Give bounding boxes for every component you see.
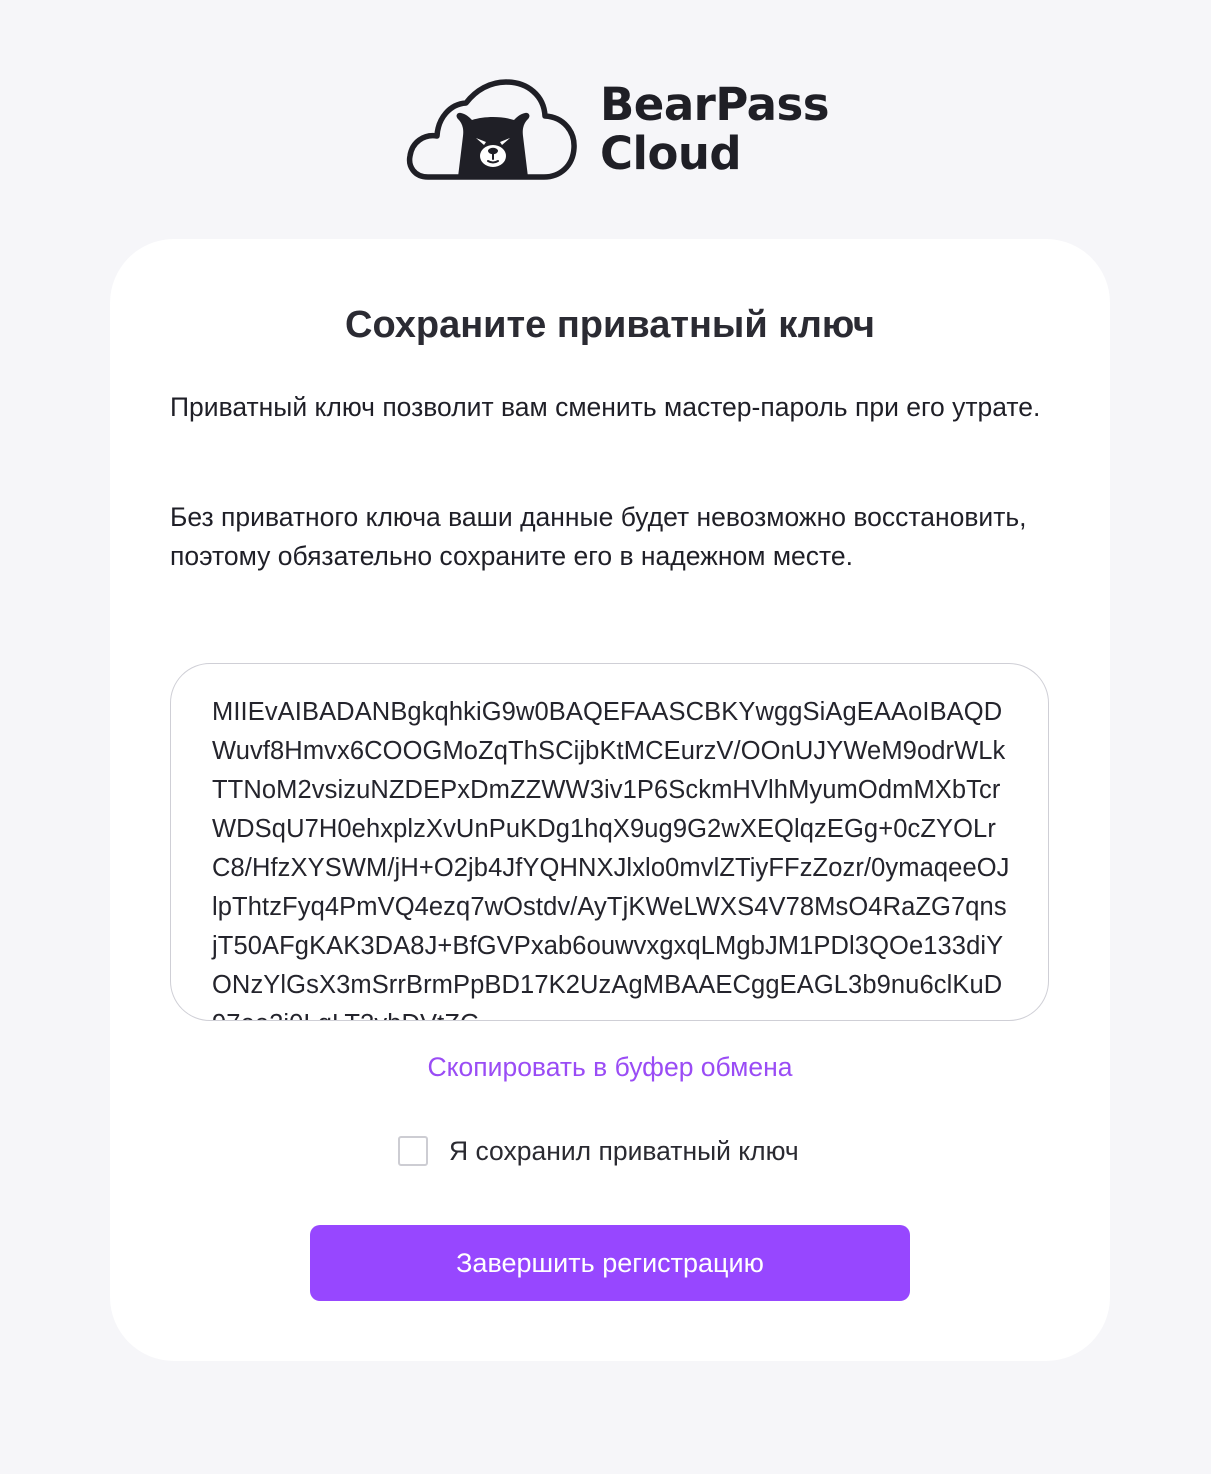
page-title: Сохраните приватный ключ [345, 304, 875, 346]
private-key-textarea[interactable]: MIIEvAIBADANBgkqhkiG9w0BAQEFAASCBKYwggSi… [170, 663, 1049, 1021]
brand-name: BearPass Cloud [600, 78, 830, 180]
brand-logo: BearPass Cloud [406, 76, 830, 182]
confirm-saved-checkbox[interactable] [398, 1136, 428, 1166]
confirm-saved-row[interactable]: Я сохранил приватный ключ [398, 1133, 799, 1169]
copy-to-clipboard-link[interactable]: Скопировать в буфер обмена [110, 1049, 1110, 1085]
private-key-card: Сохраните приватный ключ Приватный ключ … [110, 239, 1110, 1361]
brand-name-line-2: Cloud [600, 127, 742, 180]
confirm-saved-label[interactable]: Я сохранил приватный ключ [449, 1133, 799, 1169]
bear-cloud-logo-icon [406, 79, 577, 180]
resize-handle-icon[interactable] [1030, 1002, 1044, 1016]
description-paragraph-1: Приватный ключ позволит вам сменить маст… [170, 392, 1041, 422]
description-paragraph-2: Без приватного ключа ваши данные будет н… [170, 502, 1027, 571]
finish-registration-button[interactable]: Завершить регистрацию [310, 1225, 910, 1301]
brand-name-line-1: BearPass [600, 78, 830, 131]
private-key-value[interactable]: MIIEvAIBADANBgkqhkiG9w0BAQEFAASCBKYwggSi… [212, 693, 1012, 1020]
